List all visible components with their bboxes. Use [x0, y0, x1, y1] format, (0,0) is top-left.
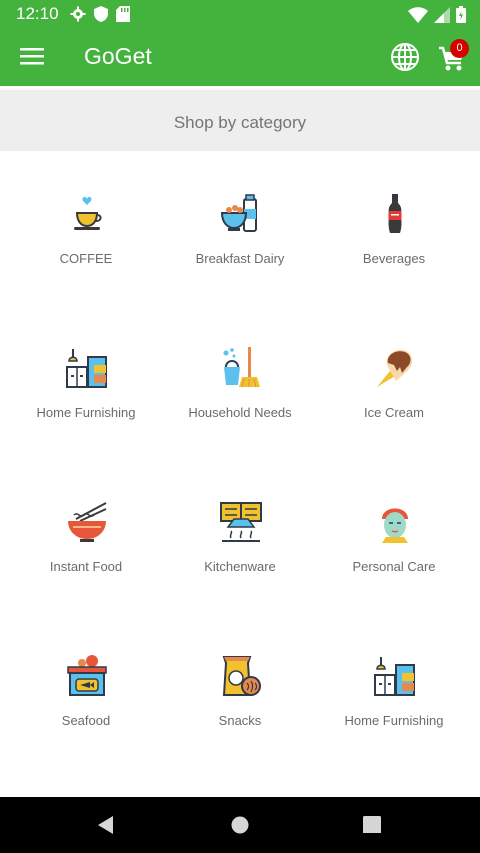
category-label: Seafood [61, 713, 111, 728]
section-title: Shop by category [0, 90, 480, 151]
bucket-broom-icon [223, 347, 260, 388]
system-nav-bar [0, 797, 480, 853]
status-left-icons [70, 6, 130, 22]
noodle-bowl-icon [68, 502, 107, 542]
category-label: Breakfast Dairy [195, 251, 285, 266]
furniture-icon [374, 657, 415, 696]
category-tile-breakfast-dairy[interactable]: Breakfast Dairy [163, 151, 317, 305]
cart-count-badge: 0 [450, 39, 469, 58]
home-icon [231, 816, 249, 834]
ice-cream-icon [377, 349, 413, 387]
category-tile-coffee[interactable]: COFFEE [9, 151, 163, 305]
sd-card-icon [116, 6, 130, 22]
fish-basket-icon [67, 655, 107, 696]
recents-icon [363, 816, 381, 834]
app-title: GoGet [84, 43, 152, 69]
status-bar: 12:10 [0, 0, 480, 29]
kitchen-hood-icon [220, 502, 262, 542]
category-tile-household-needs[interactable]: Household Needs [163, 305, 317, 459]
language-button[interactable] [389, 41, 421, 73]
gear-icon [70, 6, 86, 22]
back-button[interactable] [96, 815, 116, 840]
category-tile-instant-food[interactable]: Instant Food [9, 459, 163, 613]
category-label: Kitchenware [204, 559, 276, 574]
app-bar: GoGet 0 [0, 29, 480, 86]
category-label: Home Furnishing [36, 405, 136, 420]
furniture-icon [66, 349, 107, 388]
status-right-icons [408, 6, 466, 23]
menu-button[interactable] [20, 46, 44, 66]
category-tile-home-furnishing[interactable]: Home Furnishing [9, 305, 163, 459]
category-label: Personal Care [352, 559, 436, 574]
category-label: Snacks [218, 713, 262, 728]
status-time: 12:10 [16, 4, 59, 23]
battery-icon [456, 6, 466, 23]
category-tile-personal-care[interactable]: Personal Care [317, 459, 471, 613]
category-tile-snacks[interactable]: Snacks [163, 613, 317, 767]
face-mask-icon [382, 508, 408, 543]
globe-icon [391, 43, 419, 71]
shield-icon [94, 6, 108, 22]
category-tile-kitchenware[interactable]: Kitchenware [163, 459, 317, 613]
breakfast-dairy-icon [220, 194, 257, 232]
category-label: Ice Cream [364, 405, 424, 420]
category-tile-home-furnishing-2[interactable]: Home Furnishing [317, 613, 471, 767]
category-label: Instant Food [49, 559, 123, 574]
snack-bag-icon [222, 656, 261, 696]
home-button[interactable] [230, 815, 250, 840]
soda-bottle-icon [388, 194, 402, 233]
category-tile-beverages[interactable]: Beverages [317, 151, 471, 305]
category-label: COFFEE [59, 251, 113, 266]
back-icon [98, 816, 113, 834]
coffee-cup-icon [74, 196, 102, 230]
wifi-icon [408, 6, 428, 23]
hamburger-menu-icon [20, 48, 44, 65]
signal-icon [434, 6, 450, 23]
category-label: Household Needs [188, 405, 292, 420]
category-tile-seafood[interactable]: Seafood [9, 613, 163, 767]
category-tile-ice-cream[interactable]: Ice Cream [317, 305, 471, 459]
category-label: Home Furnishing [344, 713, 444, 728]
category-label: Beverages [362, 251, 426, 266]
recents-button[interactable] [363, 815, 381, 838]
